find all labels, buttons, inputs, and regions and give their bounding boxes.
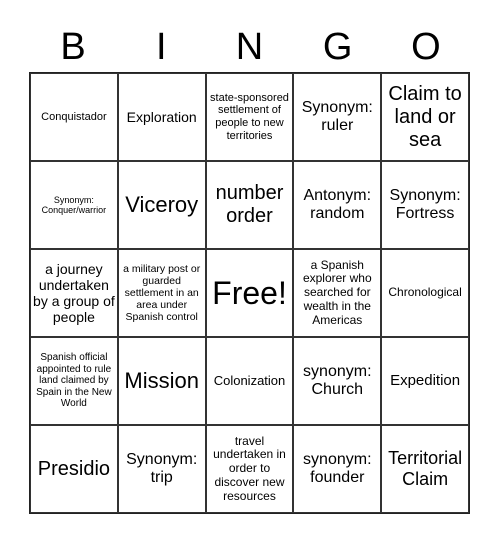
bingo-cell[interactable]: Presidio (30, 425, 118, 513)
bingo-cell[interactable]: Synonym: Conquer/warrior (30, 161, 118, 249)
bingo-cell[interactable]: a Spanish explorer who searched for weal… (293, 249, 382, 337)
bingo-cell[interactable]: Colonization (205, 337, 294, 425)
header-letter: O (411, 26, 441, 68)
bingo-cell[interactable]: Synonym: ruler (293, 73, 382, 161)
bingo-cell[interactable]: Claim to land or sea (381, 73, 469, 161)
bingo-cell[interactable]: Exploration (117, 73, 206, 161)
bingo-cell[interactable]: number order (205, 161, 294, 249)
bingo-grid: Conquistador Exploration state-sponsored… (29, 72, 470, 514)
bingo-cell[interactable]: Synonym: trip (117, 425, 206, 513)
bingo-cell[interactable]: a military post or guarded settlement in… (117, 249, 206, 337)
bingo-cell[interactable]: travel undertaken in order to discover n… (205, 425, 294, 513)
bingo-cell[interactable]: Antonym: random (293, 161, 382, 249)
bingo-cell[interactable]: synonym: founder (293, 425, 382, 513)
bingo-cell[interactable]: a journey undertaken by a group of peopl… (30, 249, 118, 337)
header-letter: N (235, 26, 264, 68)
bingo-header: B I N G O (29, 22, 470, 72)
free-space-cell[interactable]: Free! (205, 249, 294, 337)
bingo-cell[interactable]: synonym: Church (293, 337, 382, 425)
bingo-cell[interactable]: Expedition (381, 337, 469, 425)
bingo-cell[interactable]: Mission (117, 337, 206, 425)
header-letter: B (60, 26, 86, 68)
header-letter: I (156, 26, 167, 68)
bingo-cell[interactable]: Chronological (381, 249, 469, 337)
header-letter: G (322, 26, 353, 68)
bingo-cell[interactable]: state-sponsored settlement of people to … (205, 73, 294, 161)
bingo-cell[interactable]: Spanish official appointed to rule land … (30, 337, 118, 425)
bingo-cell[interactable]: Synonym: Fortress (381, 161, 469, 249)
bingo-cell[interactable]: Viceroy (117, 161, 206, 249)
bingo-cell[interactable]: Conquistador (30, 73, 118, 161)
bingo-cell[interactable]: Territorial Claim (381, 425, 469, 513)
